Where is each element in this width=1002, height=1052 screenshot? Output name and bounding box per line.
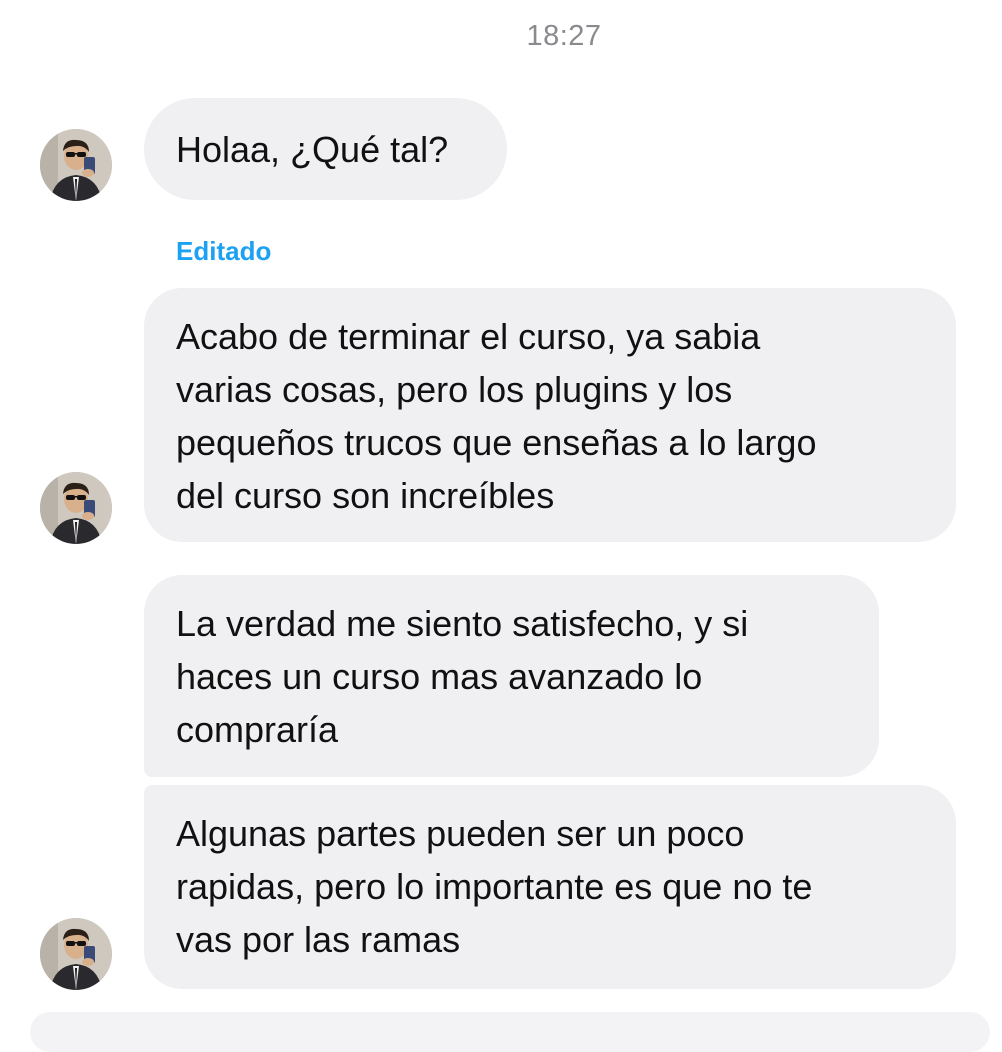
message-bubble[interactable]: La verdad me siento satisfecho, y si hac… (144, 575, 879, 777)
message-bubble[interactable]: Acabo de terminar el curso, ya sabia var… (144, 288, 956, 542)
message-input-edge[interactable] (30, 1012, 990, 1052)
avatar-photo-icon (40, 472, 112, 544)
message-bubble[interactable]: Holaa, ¿Qué tal? (144, 98, 507, 200)
message-timestamp: 18:27 (526, 20, 602, 52)
sender-avatar[interactable] (40, 472, 112, 544)
message-bubble[interactable]: Algunas partes pueden ser un poco rapida… (144, 785, 956, 989)
avatar-photo-icon (40, 918, 112, 990)
avatar-photo-icon (40, 129, 112, 201)
sender-avatar[interactable] (40, 129, 112, 201)
edited-label: Editado (176, 236, 272, 266)
sender-avatar[interactable] (40, 918, 112, 990)
